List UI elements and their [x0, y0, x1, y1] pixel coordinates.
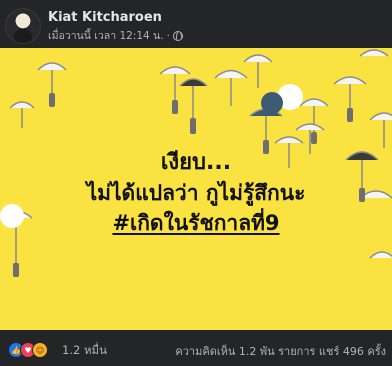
post-header: Kiat Kitcharoen เมื่อวานนี้ เวลา 12:14 น…	[0, 0, 392, 48]
post-timestamp[interactable]: เมื่อวานนี้ เวลา 12:14 น.	[48, 27, 164, 44]
post-image[interactable]: เงียบ... ไม่ได้แปลว่า กูไม่รู้สึกนะ #เกิ…	[0, 48, 392, 330]
caption-line-1: เงียบ...	[160, 150, 232, 175]
dot-separator: ·	[166, 29, 170, 42]
post-meta: เมื่อวานนี้ เวลา 12:14 น. ·	[48, 27, 183, 44]
comments-shares-stats[interactable]: ความคิดเห็น 1.2 พัน รายการ แชร์ 496 ครั้…	[175, 342, 386, 360]
reaction-icons[interactable]: 👍 ♥ ☺	[8, 342, 48, 358]
image-caption: เงียบ... ไม่ได้แปลว่า กูไม่รู้สึกนะ #เกิ…	[0, 148, 392, 238]
reaction-count[interactable]: 1.2 หมื่น	[62, 342, 107, 360]
author-name[interactable]: Kiat Kitcharoen	[48, 10, 162, 25]
caption-hashtag[interactable]: #เกิดในรัชกาลที่9	[0, 208, 392, 238]
author-avatar[interactable]	[6, 9, 40, 43]
haha-icon: ☺	[32, 342, 48, 358]
globe-icon[interactable]	[172, 30, 183, 41]
post-footer: 👍 ♥ ☺ 1.2 หมื่น ความคิดเห็น 1.2 พัน รายก…	[0, 330, 392, 366]
caption-line-2: ไม่ได้แปลว่า กูไม่รู้สึกนะ	[86, 181, 306, 205]
